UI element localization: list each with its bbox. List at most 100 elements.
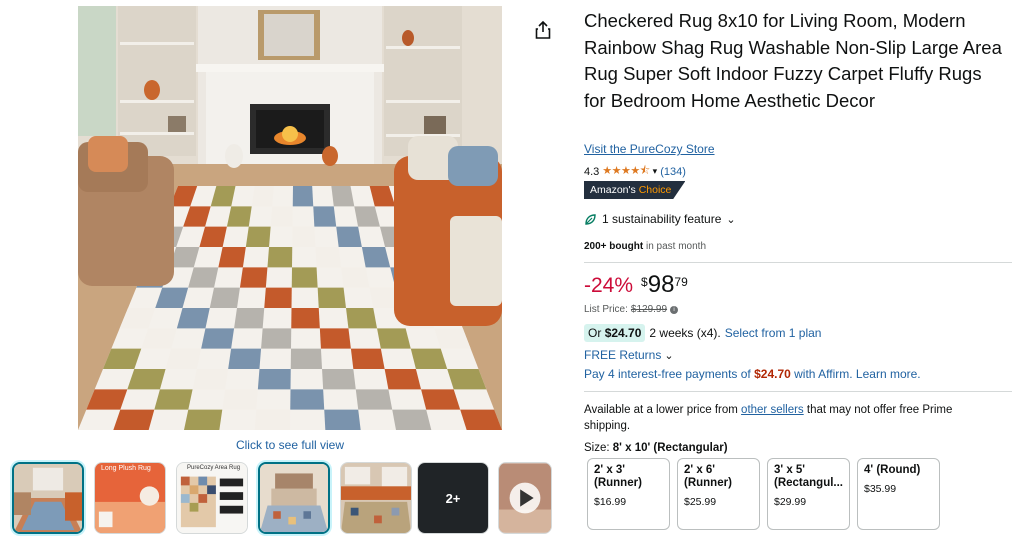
rating-count-link[interactable]: (134) bbox=[660, 166, 686, 178]
chevron-down-icon[interactable]: ▾ bbox=[653, 166, 658, 177]
chevron-down-icon: ⌄ bbox=[726, 213, 736, 226]
rug-cell bbox=[324, 409, 361, 430]
rug-cell bbox=[261, 328, 292, 349]
size-option[interactable]: 2' x 6' (Runner) $25.99 bbox=[677, 458, 760, 530]
rug-cell bbox=[228, 348, 262, 369]
rug-cell bbox=[264, 287, 292, 308]
divider bbox=[584, 391, 1012, 392]
list-price-label: List Price: bbox=[584, 304, 628, 315]
rug-cell bbox=[355, 389, 393, 410]
rug-cell bbox=[209, 287, 240, 308]
plan-prefix: Or bbox=[588, 326, 602, 340]
plan-terms: 2 weeks (x4). bbox=[649, 326, 721, 340]
rug-cell bbox=[257, 369, 291, 390]
rug-cell bbox=[222, 389, 258, 410]
rug-cell bbox=[341, 267, 370, 288]
rug-cell bbox=[270, 206, 293, 227]
rug-cell bbox=[421, 389, 461, 410]
rug-cell bbox=[234, 308, 265, 329]
rug-cell bbox=[184, 409, 223, 430]
other-sellers-link[interactable]: other sellers bbox=[741, 404, 804, 416]
thumbnail-2[interactable]: Long Plush Rug bbox=[94, 462, 166, 534]
rug-cell bbox=[113, 409, 155, 430]
divider bbox=[584, 262, 1012, 263]
rug-cell bbox=[292, 226, 316, 247]
rug-cell bbox=[192, 369, 229, 390]
size-option-price: $25.99 bbox=[684, 496, 717, 508]
rug-cell bbox=[319, 328, 351, 349]
info-icon[interactable]: i bbox=[670, 305, 679, 314]
size-option-price: $16.99 bbox=[594, 496, 627, 508]
sustainability-feature-toggle[interactable]: 1 sustainability feature ⌄ bbox=[584, 212, 736, 226]
rug-cell bbox=[291, 308, 320, 329]
rug-cell bbox=[291, 267, 318, 288]
size-option-price: $35.99 bbox=[864, 483, 897, 495]
thumbnail-3-label: PureCozy Area Rug bbox=[187, 465, 241, 471]
more-count: 2+ bbox=[445, 490, 461, 506]
price-currency: $ bbox=[641, 275, 648, 289]
size-option[interactable]: 2' x 3' (Runner) $16.99 bbox=[587, 458, 670, 530]
main-product-image[interactable] bbox=[78, 6, 502, 430]
rug-cell bbox=[239, 267, 268, 288]
rug-cell bbox=[315, 247, 342, 268]
rug-cell bbox=[392, 409, 432, 430]
thumbnail-video[interactable] bbox=[498, 462, 552, 534]
badge-accent: Choice bbox=[638, 184, 672, 196]
size-option-name: 2' x 6' (Runner) bbox=[684, 464, 732, 489]
thumbnail-4[interactable] bbox=[258, 462, 330, 534]
discount-percent: -24% bbox=[584, 274, 634, 297]
rug-cell bbox=[377, 328, 411, 349]
rug-cell bbox=[313, 206, 337, 227]
lower-price-notice: Available at a lower price from other se… bbox=[584, 402, 994, 434]
size-option-name: 3' x 5' (Rectangul... bbox=[774, 464, 843, 489]
free-returns-dropdown[interactable]: FREE Returns ⌄ bbox=[584, 348, 674, 362]
size-option[interactable]: 3' x 5' (Rectangul... $29.99 bbox=[767, 458, 850, 530]
rug-cell bbox=[384, 369, 422, 390]
rug-cell bbox=[290, 348, 323, 369]
rug-cell bbox=[226, 206, 252, 227]
lower-price-prefix: Available at a lower price from bbox=[584, 404, 738, 416]
rating-value: 4.3 bbox=[584, 165, 600, 178]
rug-cell bbox=[201, 328, 235, 349]
plan-pill: Or $24.70 bbox=[584, 324, 646, 342]
list-price-value: $129.99 bbox=[630, 304, 668, 315]
thumbnail-2-label: Long Plush Rug bbox=[101, 465, 151, 472]
rug-cell bbox=[292, 186, 314, 207]
rug-cell bbox=[350, 348, 385, 369]
visit-store-link[interactable]: Visit the PureCozy Store bbox=[584, 142, 715, 156]
badge-prefix: Amazon's bbox=[590, 184, 636, 196]
rug-cell bbox=[176, 308, 210, 329]
thumbnail-3[interactable]: PureCozy Area Rug bbox=[176, 462, 248, 534]
thumbnail-more[interactable]: 2+ bbox=[417, 462, 489, 534]
price-fraction: 79 bbox=[674, 275, 688, 289]
rug-room-illustration bbox=[78, 6, 502, 430]
rug-cell bbox=[317, 287, 346, 308]
size-option-price: $29.99 bbox=[774, 496, 807, 508]
bought-in-past-month: 200+ bought in past month bbox=[584, 241, 706, 252]
rating-row: 4.3 ★★★★⯪ ▾ (134) bbox=[584, 162, 686, 181]
see-full-view-link[interactable]: Click to see full view bbox=[78, 438, 502, 452]
bought-suffix: in past month bbox=[643, 241, 706, 252]
affirm-prefix: Pay 4 interest-free payments of bbox=[584, 367, 751, 381]
payment-plan-row: Or $24.70 2 weeks (x4). Select from 1 pl… bbox=[584, 324, 821, 342]
select-plan-link[interactable]: Select from 1 plan bbox=[725, 326, 822, 340]
rug-cell bbox=[245, 226, 271, 247]
plan-amount: $24.70 bbox=[604, 326, 642, 340]
rug-cell bbox=[331, 186, 355, 207]
rug-cell bbox=[267, 247, 293, 268]
affirm-payments-link[interactable]: Pay 4 interest-free payments of $24.70 w… bbox=[584, 367, 921, 381]
rug-cell bbox=[154, 389, 193, 410]
rug-cell bbox=[165, 348, 202, 369]
share-icon[interactable] bbox=[534, 20, 552, 40]
star-rating-icon[interactable]: ★★★★⯪ bbox=[602, 162, 650, 181]
rug-cell bbox=[322, 369, 356, 390]
size-selected: 8' x 10' (Rectangular) bbox=[612, 442, 728, 454]
size-option-name: 4' (Round) bbox=[864, 464, 921, 476]
leaf-icon bbox=[585, 213, 596, 225]
price-block: -24% $ 98 79 bbox=[584, 272, 688, 298]
price-whole: 98 bbox=[647, 271, 675, 298]
thumbnail-1[interactable] bbox=[12, 462, 84, 534]
size-option[interactable]: 4' (Round) $35.99 bbox=[857, 458, 940, 530]
thumbnail-5[interactable] bbox=[340, 462, 412, 534]
size-option-name: 2' x 3' (Runner) bbox=[594, 464, 642, 489]
